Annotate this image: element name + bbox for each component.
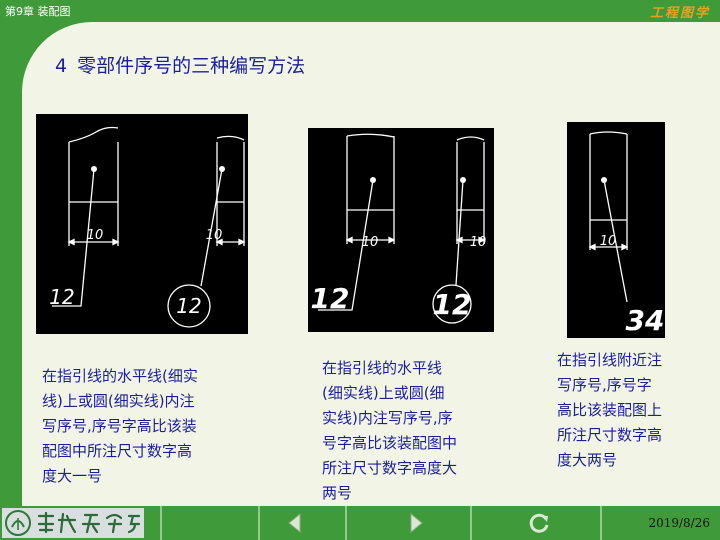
course-title: 工程图学 xyxy=(649,6,710,21)
triangle-right-icon xyxy=(410,512,423,534)
bottom-bar: 2019/8/26 xyxy=(0,506,720,540)
balloon-label-2a: 12 xyxy=(311,282,350,315)
heading-number: 4 xyxy=(55,55,68,77)
heading-text: 零部件序号的三种编写方法 xyxy=(77,55,306,77)
drawing-figure-2: 10 10 12 12 xyxy=(311,133,487,324)
drawing-figure-1: 10 10 12 12 xyxy=(49,126,246,328)
description-1: 在指引线的水平线(细实 线)上或圆(细实线)内注 写序号,序号字高比该装 配图中… xyxy=(42,367,198,485)
university-logo xyxy=(2,508,144,538)
chapter-title: 第9章 装配图 xyxy=(5,5,71,18)
top-bar: 第9章 装配图 工程图学 xyxy=(0,0,720,22)
triangle-left-icon xyxy=(288,512,301,534)
slide-heading: 4 零部件序号的三种编写方法 xyxy=(55,51,305,78)
divider-1 xyxy=(160,506,162,540)
divider-5 xyxy=(600,506,602,540)
slide-date: 2019/8/26 xyxy=(648,516,710,530)
description-2: 在指引线的水平线 (细实线)上或圆(细 实线)内注写序号,序 号字高比该装配图中… xyxy=(322,359,458,502)
dim-label-2a: 10 xyxy=(362,235,379,250)
return-button[interactable] xyxy=(527,510,553,536)
previous-slide-button[interactable] xyxy=(282,510,308,536)
figure-panel-1: 10 10 12 12 xyxy=(36,114,248,334)
emblem-icon xyxy=(5,510,31,536)
next-slide-button[interactable] xyxy=(403,510,429,536)
drawing-figure-3: 10 34 xyxy=(588,131,665,337)
dim-label-1a: 10 xyxy=(87,228,104,243)
balloon-label-2b: 12 xyxy=(433,288,472,321)
calligraphy-logo-icon xyxy=(37,511,141,534)
figure-panel-3: 10 34 xyxy=(567,122,665,338)
balloon-label-1b: 12 xyxy=(176,294,201,318)
divider-2 xyxy=(258,506,260,540)
balloon-label-3a: 34 xyxy=(626,304,665,337)
dim-label-2b: 10 xyxy=(470,235,487,250)
figure-panel-2: 10 10 12 12 xyxy=(308,128,494,332)
divider-4 xyxy=(470,506,472,540)
dim-label-1b: 10 xyxy=(206,228,223,243)
dim-label-3a: 10 xyxy=(600,234,617,249)
divider-3 xyxy=(345,506,347,540)
balloon-label-1a: 12 xyxy=(49,285,74,309)
description-3: 在指引线附近注 写序号,序号字 高比该装配图上 所注尺寸数字高 度大两号 xyxy=(557,351,663,469)
